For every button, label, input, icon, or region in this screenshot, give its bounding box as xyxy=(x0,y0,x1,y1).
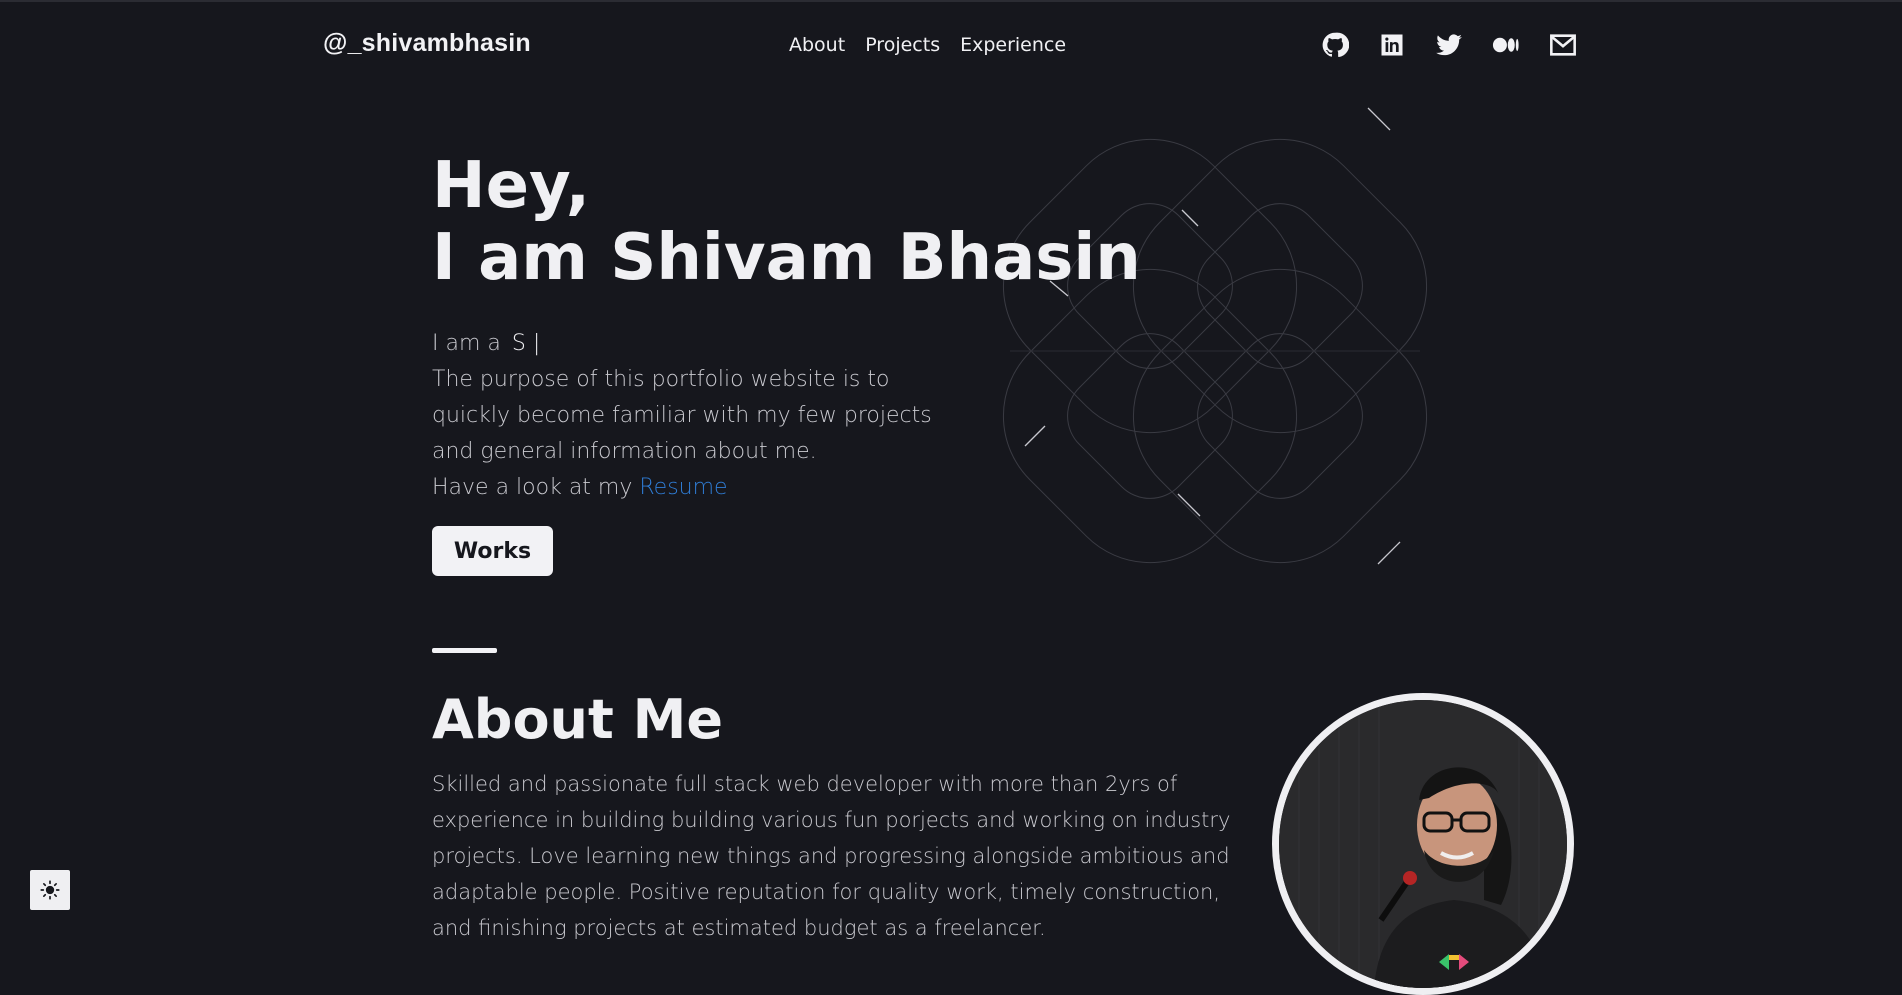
site-logo[interactable]: @_shivambhasin xyxy=(323,29,531,58)
hero-greeting: Hey, xyxy=(432,149,591,223)
about-text: Skilled and passionate full stack web de… xyxy=(432,772,1231,940)
resume-prefix: Have a look at my xyxy=(432,475,633,500)
hero-name: I am Shivam Bhasin xyxy=(432,221,1141,295)
hero-body: I am a S | The purpose of this portfolio… xyxy=(432,326,972,506)
github-icon[interactable] xyxy=(1320,30,1350,60)
resume-link[interactable]: Resume xyxy=(639,475,727,500)
hero-description: The purpose of this portfolio website is… xyxy=(432,367,932,464)
profile-avatar xyxy=(1272,693,1574,995)
medium-icon[interactable] xyxy=(1491,30,1521,60)
sun-icon xyxy=(40,880,60,900)
nav-projects[interactable]: Projects xyxy=(865,34,940,56)
typed-text: S | xyxy=(511,331,541,356)
about-title: About Me xyxy=(432,688,723,751)
twitter-icon[interactable] xyxy=(1434,30,1464,60)
main-nav: About Projects Experience xyxy=(789,34,1066,56)
theme-toggle-button[interactable] xyxy=(30,870,70,910)
intro-prefix: I am a xyxy=(432,331,501,356)
nav-experience[interactable]: Experience xyxy=(960,34,1066,56)
social-links xyxy=(1320,30,1578,60)
linkedin-icon[interactable] xyxy=(1377,30,1407,60)
section-divider xyxy=(432,648,497,653)
resume-line: Have a look at my Resume xyxy=(432,470,972,506)
works-button[interactable]: Works xyxy=(432,526,553,576)
mail-icon[interactable] xyxy=(1548,30,1578,60)
hero-title: Hey, I am Shivam Bhasin xyxy=(432,150,1141,294)
nav-about[interactable]: About xyxy=(789,34,845,56)
top-border xyxy=(0,0,1902,2)
typing-line: I am a S | xyxy=(432,326,972,362)
